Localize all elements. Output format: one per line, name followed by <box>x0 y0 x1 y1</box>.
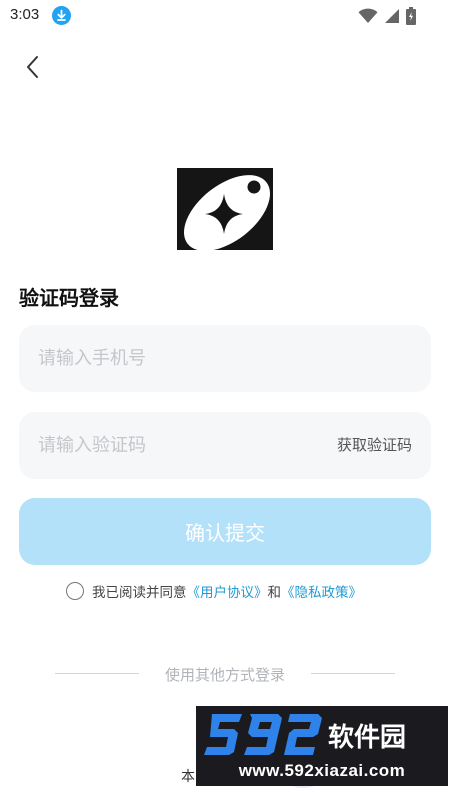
submit-button[interactable]: 确认提交 <box>19 498 431 565</box>
agree-checkbox[interactable] <box>66 582 84 600</box>
divider-line-right <box>311 673 395 674</box>
battery-icon <box>406 7 416 25</box>
other-login-divider: 使用其他方式登录 <box>55 662 395 684</box>
agreement-row: 我已阅读并同意 《用户协议》 和 《隐私政策》 <box>66 580 362 602</box>
chevron-left-icon <box>24 54 42 84</box>
wifi-icon <box>358 8 378 24</box>
privacy-policy-link[interactable]: 《隐私政策》 <box>281 581 362 601</box>
status-bar: 3:03 <box>0 0 450 32</box>
agreement-prefix: 我已阅读并同意 <box>92 585 187 601</box>
agreement-conjunction: 和 <box>267 585 282 601</box>
phone-field[interactable] <box>19 325 431 392</box>
back-button[interactable] <box>16 52 50 86</box>
verification-code-field[interactable]: 获取验证码 <box>19 412 431 479</box>
watermark: 软件园 www.592xiazai.com <box>196 706 448 786</box>
watermark-url: www.592xiazai.com <box>238 761 406 780</box>
footer-text: 本 <box>181 769 195 785</box>
other-login-label: 使用其他方式登录 <box>164 666 285 684</box>
status-time: 3:03 <box>10 6 40 23</box>
status-icons <box>358 7 416 25</box>
download-icon <box>52 6 71 25</box>
svg-text:软件园: 软件园 <box>328 723 406 753</box>
get-code-button[interactable]: 获取验证码 <box>337 412 412 479</box>
page-title: 验证码登录 <box>19 286 119 310</box>
watermark-logo: 软件园 <box>204 714 406 755</box>
signal-icon <box>384 8 400 24</box>
app-logo <box>177 168 273 250</box>
verification-code-input[interactable] <box>38 412 308 479</box>
phone-input[interactable] <box>38 325 418 392</box>
user-agreement-link[interactable]: 《用户协议》 <box>187 581 268 601</box>
